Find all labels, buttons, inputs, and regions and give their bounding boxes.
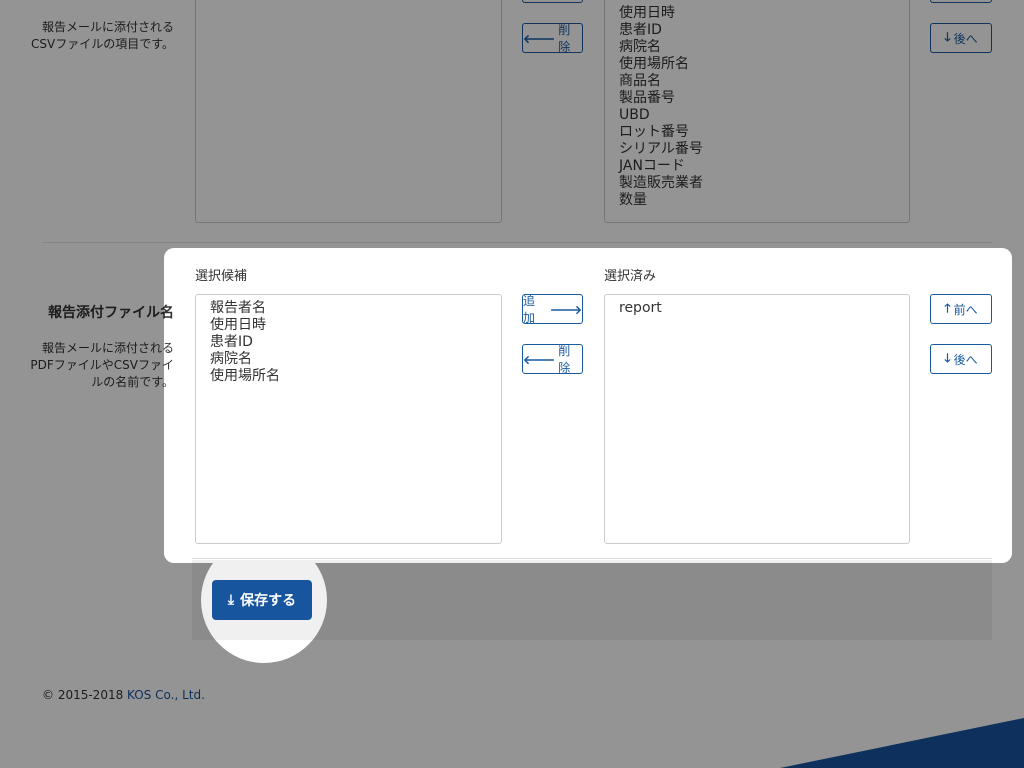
arrow-up-icon: 🡑 [944,300,951,315]
list-option[interactable]: シリアル番号 [619,141,895,158]
footer-copyright: © 2015-2018 KOS Co., Ltd. [42,688,205,702]
selected-label: 選択済み [604,269,657,284]
list-option[interactable]: 患者ID [210,334,487,351]
list-option[interactable]: 使用日時 [619,5,895,22]
list-option[interactable]: UBD [619,107,895,124]
list-option[interactable]: 使用日時 [210,317,487,334]
list-option[interactable]: 病院名 [210,351,487,368]
move-down-label: 後へ [953,352,978,367]
list-option[interactable]: ロット番号 [619,124,895,141]
company-link[interactable]: KOS Co., Ltd. [127,688,205,702]
list-option[interactable]: 使用場所名 [619,56,895,73]
csv-section-description: 報告メールに添付される CSVファイルの項目です。 [30,20,174,51]
filename-candidates-listbox[interactable]: 報告者名 使用日時 患者ID 病院名 使用場所名 [195,294,502,544]
move-down-button[interactable]: 🡓 後へ [930,344,992,374]
move-up-label: 前へ [953,302,978,317]
copyright-text: © 2015-2018 [42,688,128,702]
save-button[interactable]: ⤓ 保存する [212,580,312,620]
move-up-button[interactable]: 🡑 前へ [930,294,992,324]
list-option[interactable]: 病院名 [619,39,895,56]
arrow-down-icon: 🡓 [944,350,951,365]
list-option[interactable]: report [619,300,895,317]
section-divider [192,558,992,559]
add-button[interactable]: 追加 🡒 [522,294,583,325]
filename-selected-listbox[interactable]: report [604,294,910,544]
list-option[interactable]: 製品番号 [619,90,895,107]
section-divider [42,242,992,243]
csv-remove-label: 削除 [558,23,571,54]
list-option[interactable]: 数量 [619,192,895,209]
list-option[interactable]: 商品名 [619,73,895,90]
csv-top-cut-button[interactable] [522,0,583,3]
candidates-label: 選択候補 [195,269,248,284]
arrow-down-icon: 🡓 [944,29,951,44]
arrow-left-icon: 🡐 [523,31,556,46]
csv-top-cut-button-right[interactable] [930,0,992,3]
filename-section-title: 報告添付ファイル名 [48,305,174,321]
save-label: 保存する [240,593,297,609]
list-option[interactable]: 報告者名 [210,300,487,317]
list-option[interactable]: 製造販売業者 [619,175,895,192]
csv-down-label: 後へ [953,31,978,46]
csv-selected-listbox[interactable]: 使用日時 患者ID 病院名 使用場所名 商品名 製品番号 UBD ロット番号 シリアル番号 JAN… [604,0,910,223]
list-option[interactable]: JANコード [619,158,895,175]
arrow-right-icon: 🡒 [549,302,582,317]
add-label: 追加 [523,294,536,325]
corner-decoration [780,718,1024,768]
list-option[interactable]: 患者ID [619,22,895,39]
csv-down-button[interactable]: 🡓 後へ [930,23,992,53]
save-area [192,560,992,640]
remove-button[interactable]: 🡐 削除 [522,344,583,375]
csv-remove-button[interactable]: 🡐 削除 [522,23,583,54]
remove-label: 削除 [558,344,571,375]
csv-candidates-listbox[interactable] [195,0,502,223]
filename-section-description: 報告メールに添付される PDFファイルやCSVファイ ルの名前です。 [30,341,174,389]
arrow-left-icon: 🡐 [523,352,556,367]
list-option[interactable]: 使用場所名 [210,368,487,385]
download-icon: ⤓ [227,592,235,608]
